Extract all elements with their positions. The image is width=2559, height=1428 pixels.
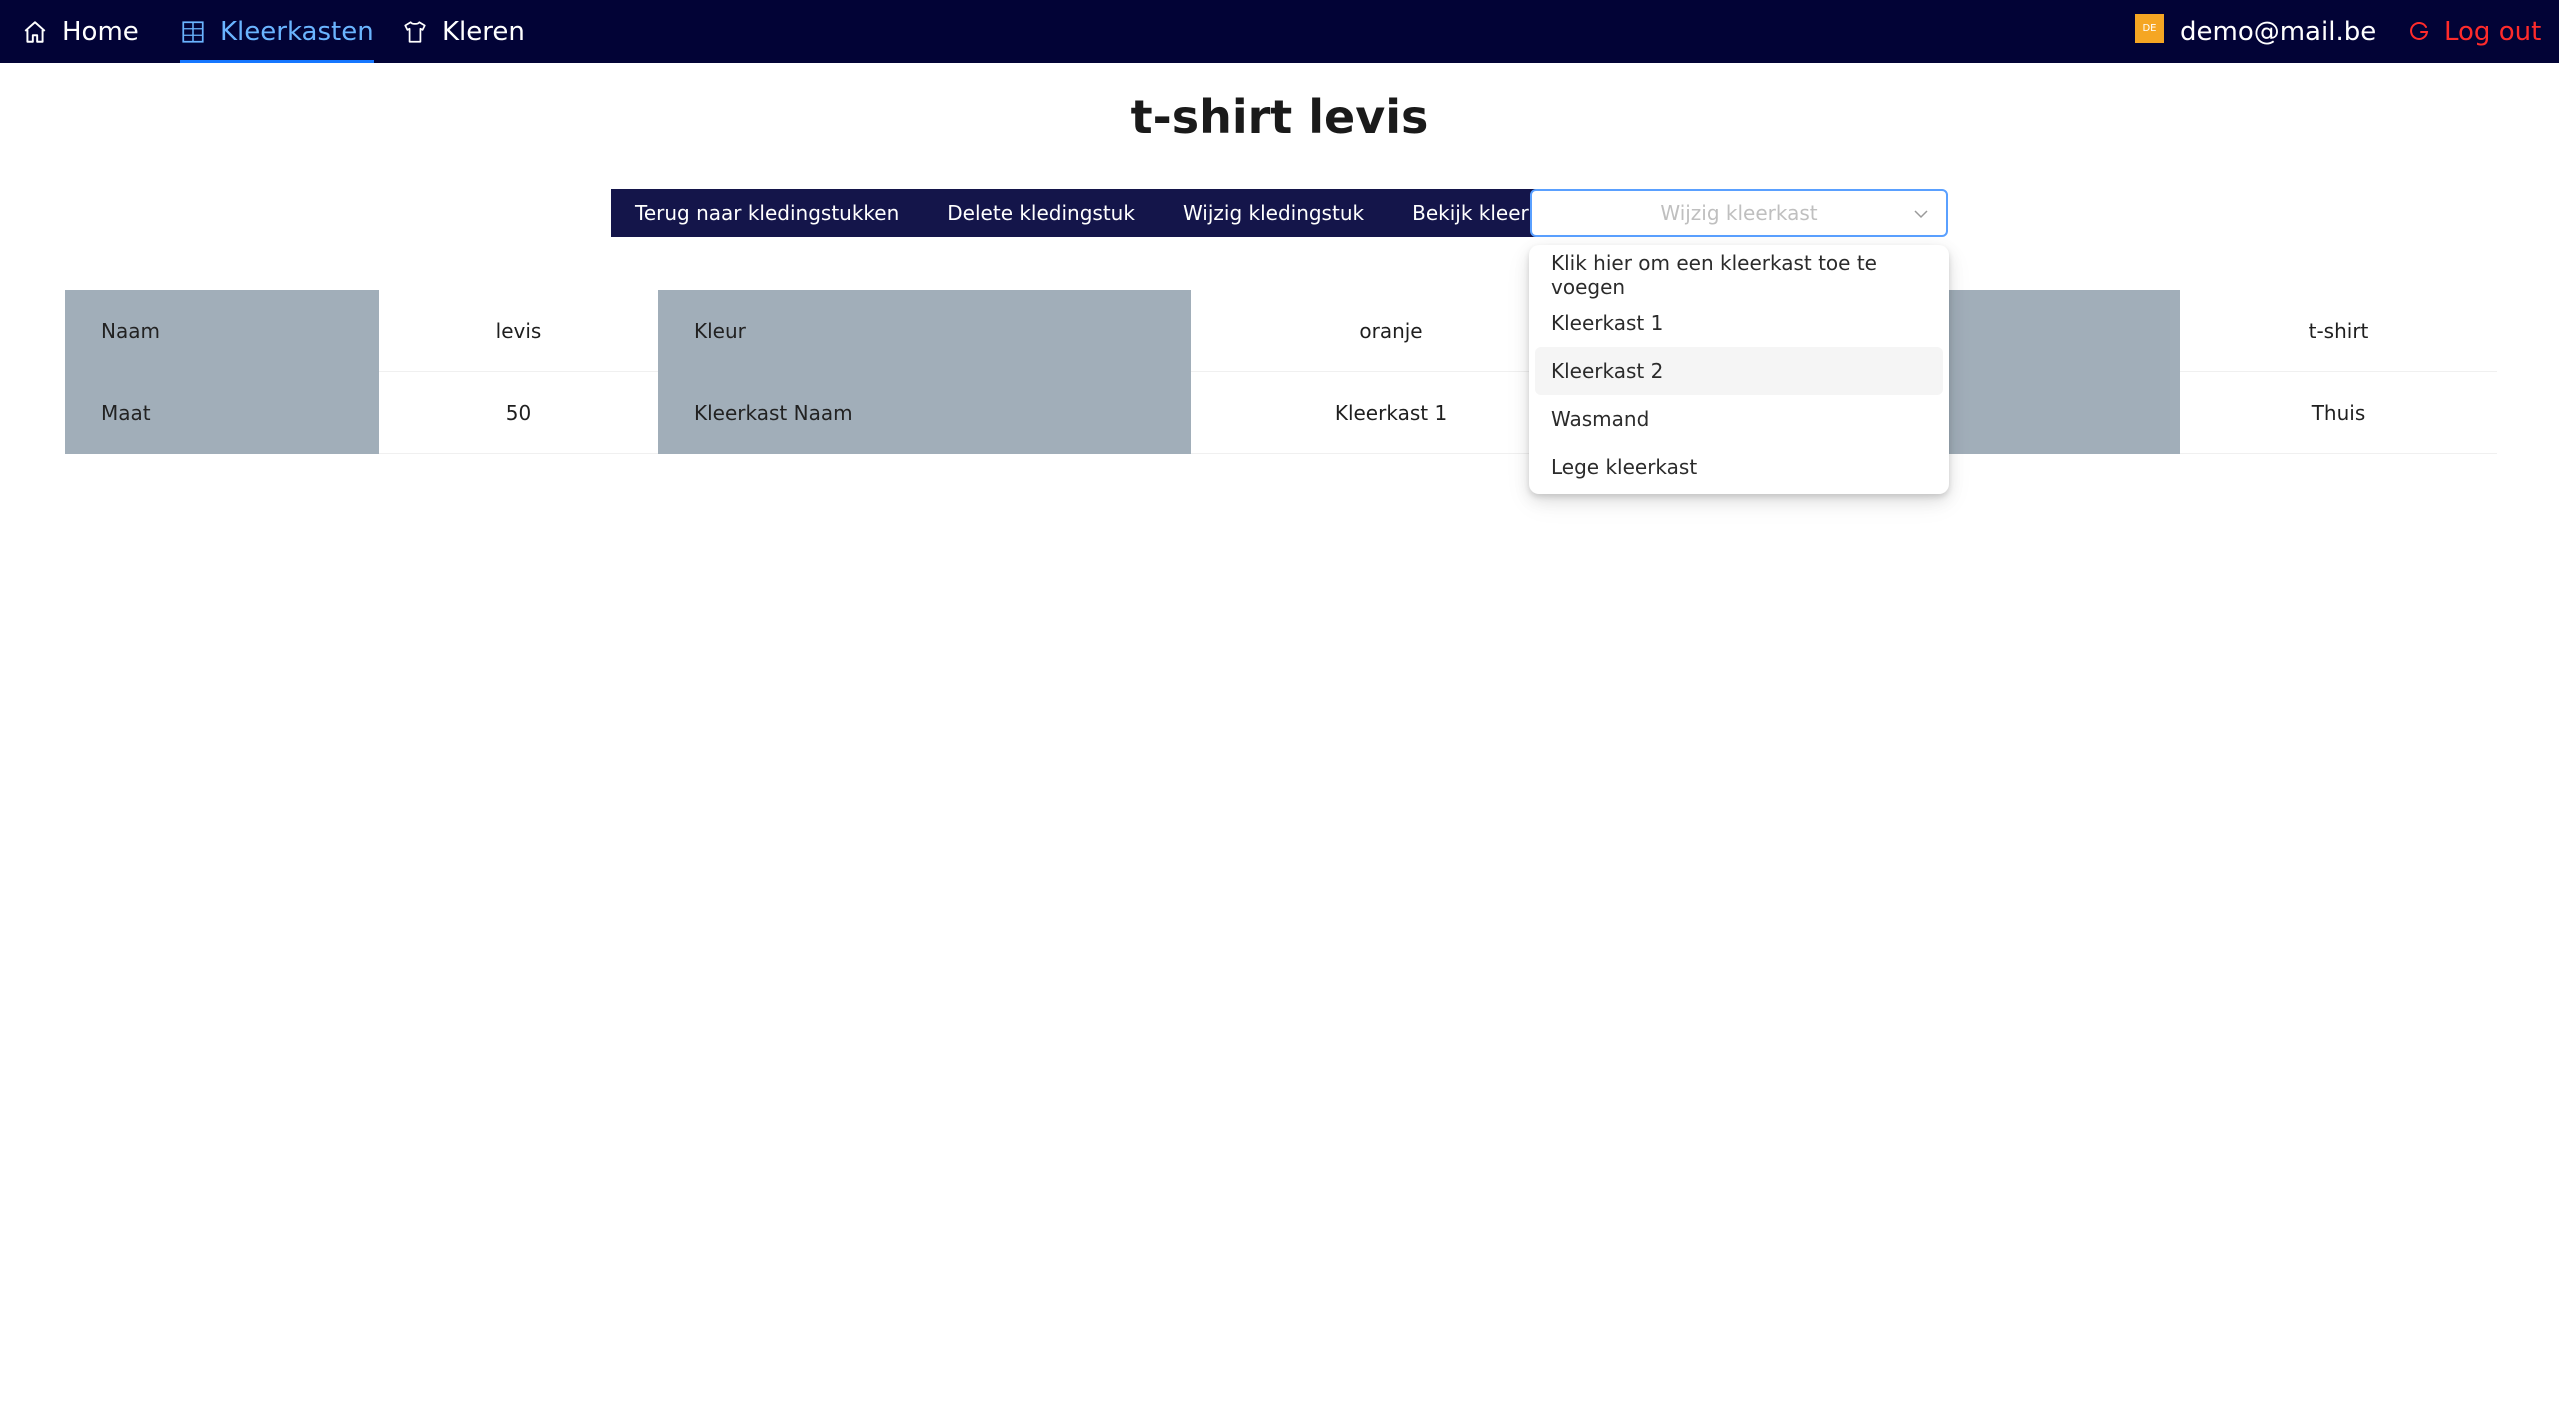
- details-table: Naam levis Kleur oranje t-shirt Maat 50 …: [65, 290, 2497, 455]
- dropdown-option-wasmand[interactable]: Wasmand: [1535, 395, 1943, 443]
- value-maat: 50: [379, 372, 658, 454]
- wardrobe-icon: [180, 19, 206, 45]
- dropdown-option-lege-kleerkast[interactable]: Lege kleerkast: [1535, 443, 1943, 491]
- edit-clothing-button[interactable]: Wijzig kledingstuk: [1158, 189, 1389, 237]
- closet-select-placeholder: Wijzig kleerkast: [1660, 201, 1818, 225]
- logout-label: Log out: [2444, 16, 2542, 47]
- value-locatie: Thuis: [2180, 372, 2497, 454]
- label-naam: Naam: [65, 290, 379, 372]
- nav-kleerkasten-label: Kleerkasten: [220, 16, 374, 47]
- nav-home[interactable]: Home: [22, 0, 139, 63]
- delete-clothing-button[interactable]: Delete kledingstuk: [923, 189, 1159, 237]
- home-icon: [22, 19, 48, 45]
- label-locatie: [1945, 372, 2180, 454]
- value-naam: levis: [379, 290, 658, 372]
- value-type: t-shirt: [2180, 290, 2497, 372]
- action-toolbar: Terug naar kledingstukken Delete kleding…: [611, 189, 1595, 237]
- label-maat: Maat: [65, 372, 379, 454]
- closet-dropdown-menu: Klik hier om een kleerkast toe te voegen…: [1529, 245, 1949, 494]
- top-navbar: Home Kleerkasten Kleren DE demo@mail.be …: [0, 0, 2559, 63]
- dropdown-option-add-closet[interactable]: Klik hier om een kleerkast toe te voegen: [1535, 251, 1943, 299]
- nav-kleren-label: Kleren: [442, 16, 525, 47]
- dropdown-option-kleerkast-2[interactable]: Kleerkast 2: [1535, 347, 1943, 395]
- avatar[interactable]: DE: [2135, 14, 2164, 43]
- tshirt-icon: [402, 19, 428, 45]
- nav-kleren[interactable]: Kleren: [402, 0, 525, 63]
- nav-kleerkasten[interactable]: Kleerkasten: [180, 0, 374, 63]
- label-kleur: Kleur: [658, 290, 1191, 372]
- logout-button[interactable]: Log out: [2408, 0, 2541, 63]
- page-title: t-shirt levis: [1130, 90, 1429, 144]
- back-to-clothes-button[interactable]: Terug naar kledingstukken: [611, 189, 924, 237]
- label-kleerkast-naam: Kleerkast Naam: [658, 372, 1191, 454]
- nav-home-label: Home: [62, 16, 139, 47]
- dropdown-option-kleerkast-1[interactable]: Kleerkast 1: [1535, 299, 1943, 347]
- label-type: [1945, 290, 2180, 372]
- closet-select[interactable]: Wijzig kleerkast: [1530, 189, 1948, 237]
- chevron-down-icon: [1912, 205, 1930, 223]
- logout-icon: [2408, 20, 2432, 44]
- user-email[interactable]: demo@mail.be: [2180, 0, 2376, 63]
